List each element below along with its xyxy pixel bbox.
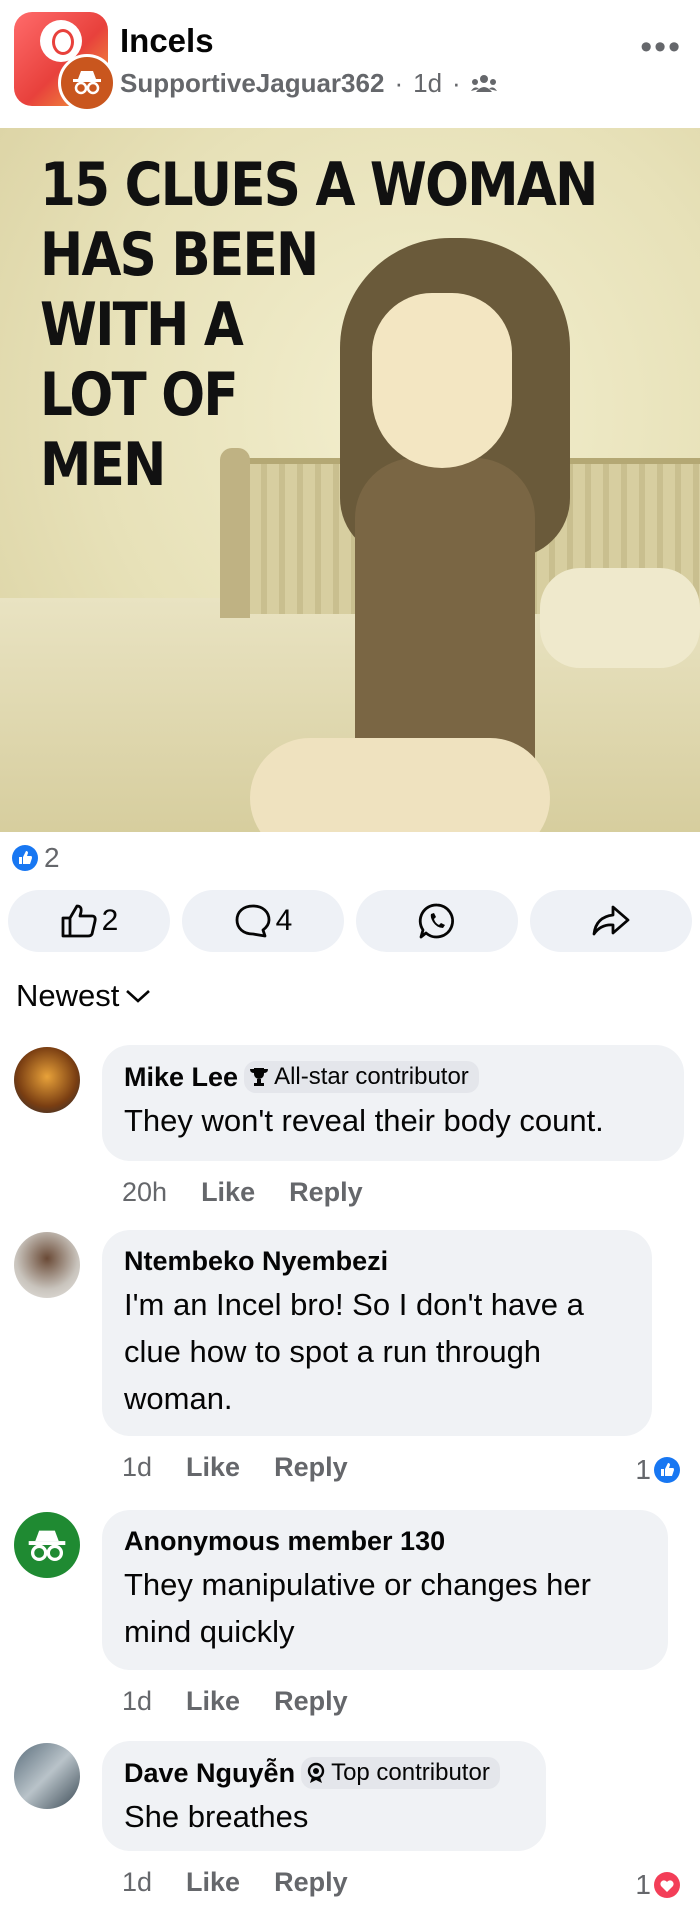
- comment-time[interactable]: 20h: [122, 1177, 167, 1208]
- comment-text: I'm an Incel bro! So I don't have a clue…: [124, 1287, 584, 1416]
- comment-bubble: Dave Nguyễn Top contributor She breathes: [102, 1741, 546, 1851]
- commenter-name-row: Ntembeko Nyembezi: [124, 1246, 632, 1277]
- headline-line: 15 CLUES A WOMAN: [40, 150, 598, 220]
- like-reaction-icon: [654, 1457, 680, 1483]
- comment-reaction-number: 1: [635, 1869, 651, 1900]
- group-name[interactable]: Incels: [120, 22, 214, 60]
- reaction-count: 2: [44, 842, 60, 873]
- commenter-avatar[interactable]: [14, 1047, 80, 1113]
- badge-label: All-star contributor: [274, 1063, 469, 1090]
- medal-icon: [307, 1762, 325, 1783]
- comment-time[interactable]: 1d: [122, 1452, 152, 1483]
- contributor-badge: All-star contributor: [244, 1061, 479, 1093]
- comment-bubble: Mike Lee All-star contributor They won't…: [102, 1045, 684, 1161]
- comment-bubble: Ntembeko Nyembezi I'm an Incel bro! So I…: [102, 1230, 652, 1436]
- commenter-name-row: Dave Nguyễn Top contributor: [124, 1757, 526, 1789]
- comment-like-button[interactable]: Like: [186, 1452, 240, 1483]
- thumbs-up-icon: [61, 904, 97, 938]
- contributor-badge: Top contributor: [301, 1757, 500, 1789]
- post-author[interactable]: SupportiveJaguar362: [120, 68, 384, 99]
- love-reaction-icon: [654, 1872, 680, 1898]
- separator-dot: ·: [452, 68, 461, 98]
- comment-text: She breathes: [124, 1799, 309, 1834]
- comment-like-button[interactable]: Like: [186, 1867, 240, 1898]
- anonymous-icon: [73, 71, 101, 95]
- anonymous-icon: [28, 1530, 66, 1562]
- badge-label: Top contributor: [331, 1759, 490, 1786]
- commenter-name[interactable]: Ntembeko Nyembezi: [124, 1246, 388, 1277]
- whatsapp-share-button[interactable]: [356, 890, 518, 952]
- commenter-avatar[interactable]: [14, 1232, 80, 1298]
- comment-like-button[interactable]: Like: [186, 1686, 240, 1717]
- anonymous-commenter-avatar[interactable]: [14, 1512, 80, 1578]
- pillow-illustration: [540, 568, 700, 668]
- share-button[interactable]: [530, 890, 692, 952]
- like-reaction-icon: [12, 845, 38, 871]
- like-count: 2: [101, 904, 119, 937]
- comment-reaction-count[interactable]: 1: [635, 1869, 680, 1901]
- comment-time[interactable]: 1d: [122, 1686, 152, 1717]
- post-time[interactable]: 1d: [413, 68, 442, 99]
- comment-actions: 1d Like Reply: [122, 1686, 348, 1717]
- whatsapp-icon: [418, 903, 454, 939]
- headline-line: WITH A: [40, 290, 244, 360]
- comment-reaction-number: 1: [635, 1454, 651, 1485]
- group-privacy-icon: [470, 74, 497, 92]
- like-button[interactable]: 2: [8, 890, 170, 952]
- comment-reply-button[interactable]: Reply: [274, 1452, 348, 1483]
- comment-button[interactable]: 4: [182, 890, 344, 952]
- chevron-down-icon: [126, 990, 151, 1003]
- image-headline: 15 CLUES A WOMAN HAS BEEN WITH A LOT OF …: [40, 150, 598, 500]
- comment-text: They won't reveal their body count.: [124, 1103, 604, 1138]
- share-arrow-icon: [592, 905, 630, 936]
- comment-time[interactable]: 1d: [122, 1867, 152, 1898]
- reaction-summary[interactable]: 2: [12, 842, 60, 874]
- figure-legs-illustration: [250, 738, 550, 832]
- anonymous-user-avatar[interactable]: [58, 54, 116, 112]
- sort-label: Newest: [16, 978, 120, 1013]
- more-options-button[interactable]: •••: [640, 28, 682, 67]
- comment-like-button[interactable]: Like: [201, 1177, 255, 1208]
- separator-dot: ·: [394, 68, 404, 98]
- comment-reply-button[interactable]: Reply: [289, 1177, 363, 1208]
- comment-sort-dropdown[interactable]: Newest: [16, 978, 151, 1014]
- headline-line: HAS BEEN: [40, 220, 319, 290]
- trophy-icon: [250, 1068, 269, 1086]
- comment-icon: [235, 904, 271, 938]
- commenter-name-row: Anonymous member 130: [124, 1526, 648, 1557]
- comment-reply-button[interactable]: Reply: [274, 1867, 348, 1898]
- comment-actions: 1d Like Reply: [122, 1867, 348, 1898]
- headline-line: LOT OF: [40, 360, 239, 430]
- comment-reaction-count[interactable]: 1: [635, 1454, 680, 1486]
- comment-actions: 1d Like Reply: [122, 1452, 348, 1483]
- commenter-name[interactable]: Dave Nguyễn: [124, 1758, 295, 1789]
- post-header: Incels SupportiveJaguar362 · 1d · •••: [0, 0, 700, 128]
- post-image[interactable]: 15 CLUES A WOMAN HAS BEEN WITH A LOT OF …: [0, 128, 700, 832]
- comment-count: 4: [275, 904, 293, 937]
- headline-line: MEN: [40, 430, 166, 500]
- post-meta: SupportiveJaguar362 · 1d ·: [120, 68, 497, 99]
- comment-bubble: Anonymous member 130 They manipulative o…: [102, 1510, 668, 1670]
- commenter-name-row: Mike Lee All-star contributor: [124, 1061, 664, 1093]
- comment-reply-button[interactable]: Reply: [274, 1686, 348, 1717]
- action-bar: 2 4: [8, 890, 692, 952]
- comment-text: They manipulative or changes her mind qu…: [124, 1567, 591, 1649]
- comment-actions: 20h Like Reply: [122, 1177, 363, 1208]
- commenter-avatar[interactable]: [14, 1743, 80, 1809]
- commenter-name[interactable]: Anonymous member 130: [124, 1526, 445, 1557]
- commenter-name[interactable]: Mike Lee: [124, 1062, 238, 1093]
